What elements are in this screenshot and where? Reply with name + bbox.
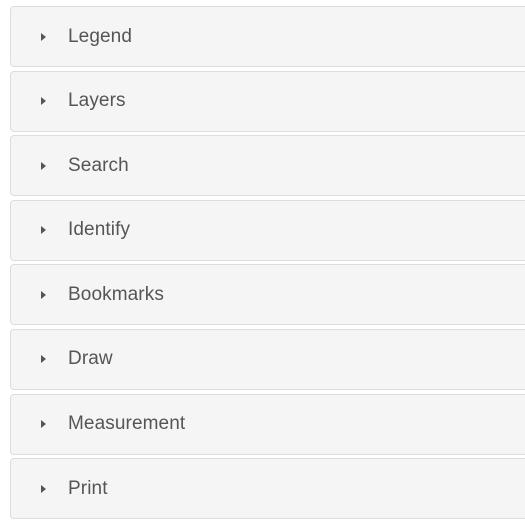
panel-print-title: Print — [68, 477, 108, 499]
panel-bookmarks-title: Bookmarks — [68, 283, 164, 305]
panel-identify-header[interactable]: Identify — [10, 199, 525, 261]
panel-bookmarks-header[interactable]: Bookmarks — [10, 264, 525, 326]
caret-right-icon — [41, 290, 46, 299]
caret-right-icon — [41, 420, 46, 429]
panel-legend-header[interactable]: Legend — [10, 6, 525, 67]
panel-measurement-header[interactable]: Measurement — [10, 393, 525, 455]
panel-search-title: Search — [68, 154, 129, 176]
caret-right-icon — [41, 226, 46, 235]
panel-search-header[interactable]: Search — [10, 135, 525, 197]
caret-right-icon — [41, 484, 46, 493]
panel-draw-title: Draw — [68, 348, 113, 370]
panel-print-header[interactable]: Print — [10, 458, 525, 520]
panel-layers-header[interactable]: Layers — [10, 70, 525, 132]
panel-measurement-title: Measurement — [68, 413, 186, 435]
panel-identify-title: Identify — [68, 219, 131, 241]
caret-right-icon — [41, 32, 46, 41]
panel-draw-header[interactable]: Draw — [10, 328, 525, 390]
caret-right-icon — [41, 355, 46, 364]
caret-right-icon — [41, 97, 46, 106]
caret-right-icon — [41, 161, 46, 170]
panel-legend-title: Legend — [68, 25, 133, 47]
widget-panel-stack: Legend Layers Search Identify Bookmarks … — [10, 6, 525, 523]
panel-layers-title: Layers — [68, 90, 126, 112]
